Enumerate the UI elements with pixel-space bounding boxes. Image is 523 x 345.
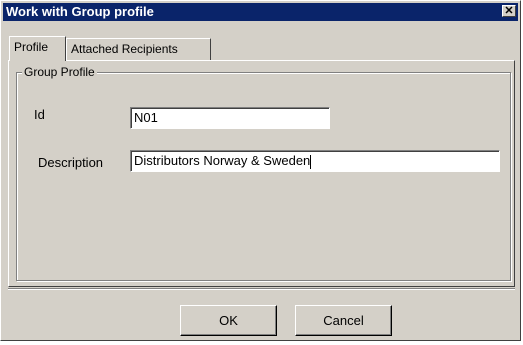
text-caret <box>310 154 312 169</box>
close-icon: ✕ <box>504 5 514 17</box>
id-label: Id <box>34 107 45 122</box>
cancel-button[interactable]: Cancel <box>295 305 392 336</box>
tab-attached-recipients[interactable]: Attached Recipients <box>66 38 211 60</box>
tab-profile[interactable]: Profile <box>9 36 66 61</box>
title-bar[interactable]: Work with Group profile ✕ <box>3 3 518 21</box>
group-profile-legend: Group Profile <box>22 65 97 79</box>
id-value: N01 <box>134 110 158 125</box>
description-value: Distributors Norway & Sweden <box>134 153 311 168</box>
description-label: Description <box>38 155 104 170</box>
separator <box>8 288 515 290</box>
description-field[interactable]: Distributors Norway & Sweden <box>130 150 500 172</box>
id-field[interactable]: N01 <box>130 107 330 129</box>
window-title: Work with Group profile <box>6 4 154 19</box>
ok-button[interactable]: OK <box>180 305 277 336</box>
group-profile-box <box>16 72 511 281</box>
close-button[interactable]: ✕ <box>502 5 516 17</box>
